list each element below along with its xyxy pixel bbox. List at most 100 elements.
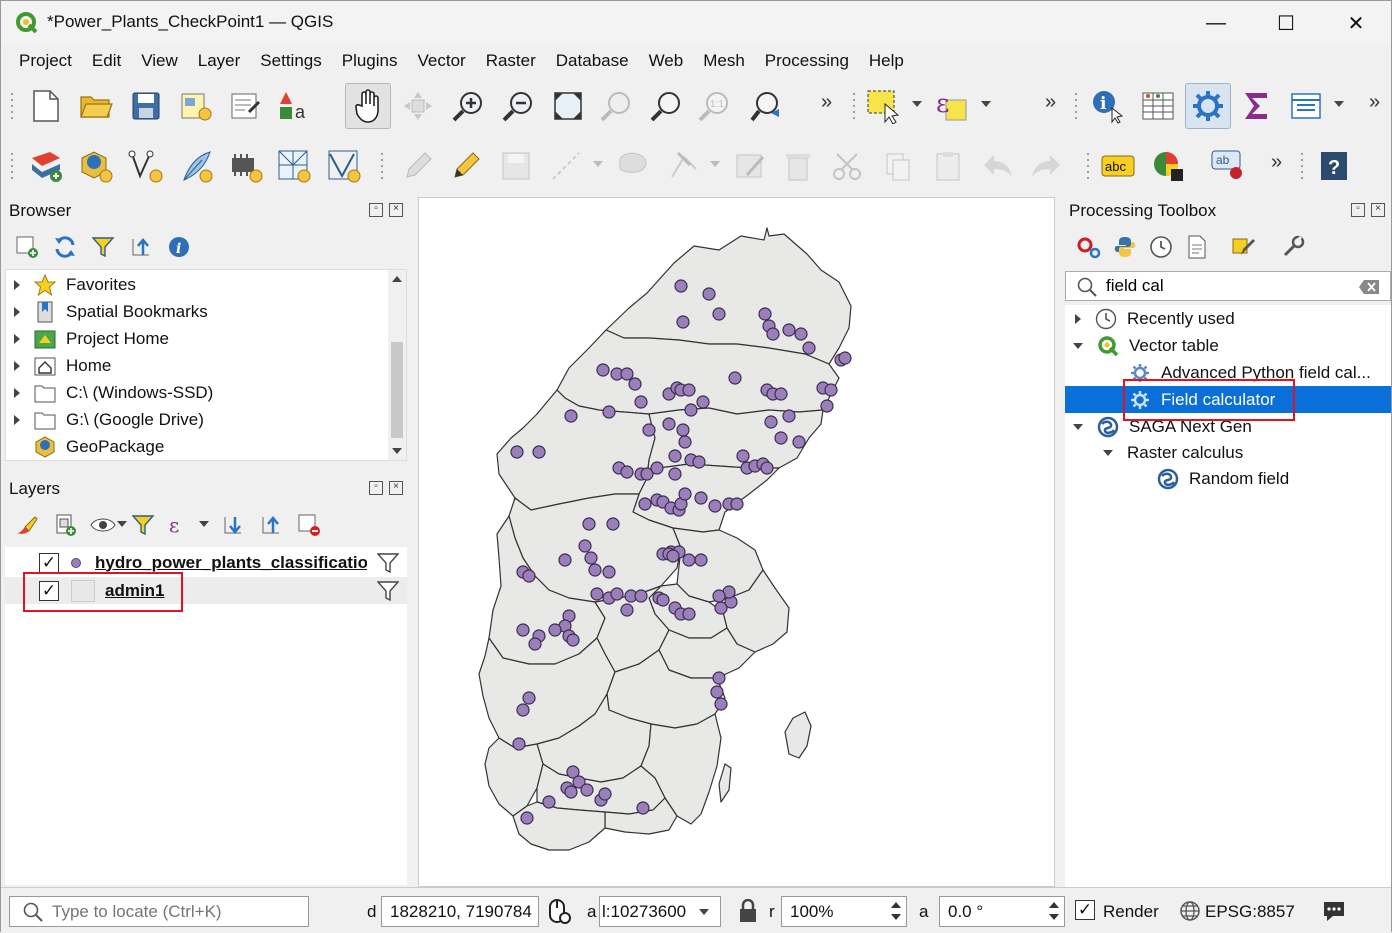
vertex-dropdown-icon[interactable] — [710, 161, 720, 167]
messages-icon[interactable] — [1321, 898, 1347, 924]
hydro-power-plant-point[interactable] — [634, 589, 648, 603]
browser-scrollbar[interactable] — [388, 270, 406, 460]
expand-arrow-icon[interactable] — [14, 279, 20, 290]
processing-options-button[interactable] — [1279, 233, 1307, 261]
menu-database[interactable]: Database — [546, 45, 639, 77]
hydro-power-plant-point[interactable] — [712, 589, 726, 603]
layout-manager-button[interactable] — [225, 85, 267, 127]
tree-vector-table[interactable]: Vector table — [1065, 332, 1391, 359]
hydro-power-plant-point[interactable] — [678, 435, 692, 449]
filter-browser-button[interactable] — [89, 233, 117, 261]
hydro-power-plant-point[interactable] — [774, 387, 788, 401]
pan-to-selection-button[interactable] — [397, 85, 439, 127]
maximize-button[interactable]: ☐ — [1251, 1, 1321, 45]
new-virtual-layer-button[interactable] — [273, 145, 315, 187]
history-button[interactable] — [1147, 233, 1175, 261]
edit-features-in-place-button[interactable] — [1229, 233, 1257, 261]
browser-item-favorites[interactable]: Favorites — [6, 271, 386, 298]
expand-all-button[interactable] — [219, 511, 247, 539]
coordinate-field[interactable]: 1828210, 7190784 — [381, 896, 539, 927]
attribute-table-button[interactable] — [1137, 85, 1179, 127]
hydro-power-plant-point[interactable] — [682, 383, 696, 397]
browser-item-project-home[interactable]: Project Home — [6, 325, 386, 352]
hydro-power-plant-point[interactable] — [620, 367, 634, 381]
refresh-button[interactable] — [51, 233, 79, 261]
hydro-power-plant-point[interactable] — [794, 327, 808, 341]
hydro-power-plant-point[interactable] — [766, 327, 780, 341]
manage-visibility-button[interactable] — [89, 511, 117, 539]
mouse-coordinate-toggle-icon[interactable] — [545, 898, 571, 926]
locator-input[interactable] — [52, 901, 302, 923]
hydro-power-plant-point[interactable] — [782, 323, 796, 337]
hydro-power-plant-point[interactable] — [602, 565, 616, 579]
hydro-power-plant-point[interactable] — [642, 423, 656, 437]
hydro-power-plant-point[interactable] — [548, 623, 562, 637]
menu-processing[interactable]: Processing — [755, 45, 859, 77]
toggle-editing-button[interactable] — [445, 145, 487, 187]
hydro-power-plant-point[interactable] — [578, 539, 592, 553]
browser-item-spatial-bookmarks[interactable]: Spatial Bookmarks — [6, 298, 386, 325]
hydro-power-plant-point[interactable] — [712, 671, 726, 685]
menu-web[interactable]: Web — [639, 45, 694, 77]
filter-layer-icon[interactable] — [377, 580, 399, 602]
close-panel-icon[interactable]: × — [389, 203, 403, 217]
hydro-power-plant-point[interactable] — [580, 783, 594, 797]
menu-plugins[interactable]: Plugins — [332, 45, 408, 77]
new-geopackage-layer-button[interactable] — [75, 145, 117, 187]
add-group-button[interactable] — [51, 511, 79, 539]
properties-info-button[interactable]: i — [165, 233, 193, 261]
save-project-button[interactable] — [125, 85, 167, 127]
hydro-power-plant-point[interactable] — [620, 465, 634, 479]
style-manager-button[interactable]: a — [273, 85, 315, 127]
current-edits-button[interactable] — [397, 145, 439, 187]
hydro-power-plant-point[interactable] — [694, 491, 708, 505]
expand-arrow-icon[interactable] — [14, 414, 20, 425]
remove-layer-button[interactable] — [295, 511, 323, 539]
hydro-power-plant-point[interactable] — [668, 449, 682, 463]
styling-dropdown-icon[interactable] — [1334, 101, 1344, 107]
collapse-arrow-icon[interactable] — [1073, 423, 1083, 430]
statistics-button[interactable] — [1235, 85, 1277, 127]
crs-label[interactable]: EPSG:8857 — [1205, 902, 1295, 922]
hydro-power-plant-point[interactable] — [564, 409, 578, 423]
hydro-power-plant-point[interactable] — [628, 377, 642, 391]
hydro-power-plant-point[interactable] — [736, 449, 750, 463]
hydro-power-plant-point[interactable] — [694, 553, 708, 567]
new-project-button[interactable] — [25, 85, 67, 127]
rotation-field[interactable]: 0.0 ° — [939, 896, 1065, 927]
cut-features-button[interactable] — [827, 145, 869, 187]
expression-dropdown-icon[interactable] — [981, 101, 991, 107]
new-mesh-layer-button[interactable] — [323, 145, 365, 187]
hydro-power-plant-point[interactable] — [596, 363, 610, 377]
scale-dropdown-icon[interactable] — [699, 909, 709, 915]
hydro-power-plant-point[interactable] — [638, 497, 652, 511]
toolbar-grip-2[interactable] — [9, 151, 15, 181]
browser-item-geopackage[interactable]: GeoPackage — [6, 433, 386, 460]
scrollbar-thumb[interactable] — [391, 342, 403, 438]
hydro-power-plant-point[interactable] — [760, 461, 774, 475]
map-svg[interactable] — [419, 198, 1054, 886]
undo-button[interactable] — [977, 145, 1019, 187]
hydro-power-plant-point[interactable] — [558, 553, 572, 567]
hydro-power-plant-point[interactable] — [602, 405, 616, 419]
filter-by-expression-button[interactable]: ε — [165, 511, 193, 539]
hydro-power-plant-point[interactable] — [566, 633, 580, 647]
new-spatialite-layer-button[interactable] — [175, 145, 217, 187]
hydro-power-plant-point[interactable] — [564, 785, 578, 799]
hydro-power-plant-point[interactable] — [764, 415, 778, 429]
hydro-power-plant-point[interactable] — [714, 697, 728, 711]
hydro-power-plant-point[interactable] — [774, 431, 788, 445]
hydro-power-plant-point[interactable] — [668, 467, 682, 481]
float-panel-icon[interactable]: ▫ — [369, 203, 383, 217]
hydro-power-plant-point[interactable] — [710, 685, 724, 699]
toolbar-overflow-icon-4[interactable]: » — [1271, 151, 1282, 174]
collapse-arrow-icon[interactable] — [1103, 449, 1113, 456]
hydro-power-plant-point[interactable] — [606, 517, 620, 531]
hydro-power-plant-point[interactable] — [610, 587, 624, 601]
processing-toolbox-button[interactable] — [1185, 83, 1231, 129]
region-oland[interactable] — [718, 763, 732, 803]
new-temporary-layer-button[interactable] — [225, 145, 267, 187]
hydro-power-plant-point[interactable] — [512, 737, 526, 751]
float-panel-icon[interactable]: ▫ — [1351, 203, 1365, 217]
new-shapefile-layer-button[interactable] — [125, 145, 167, 187]
